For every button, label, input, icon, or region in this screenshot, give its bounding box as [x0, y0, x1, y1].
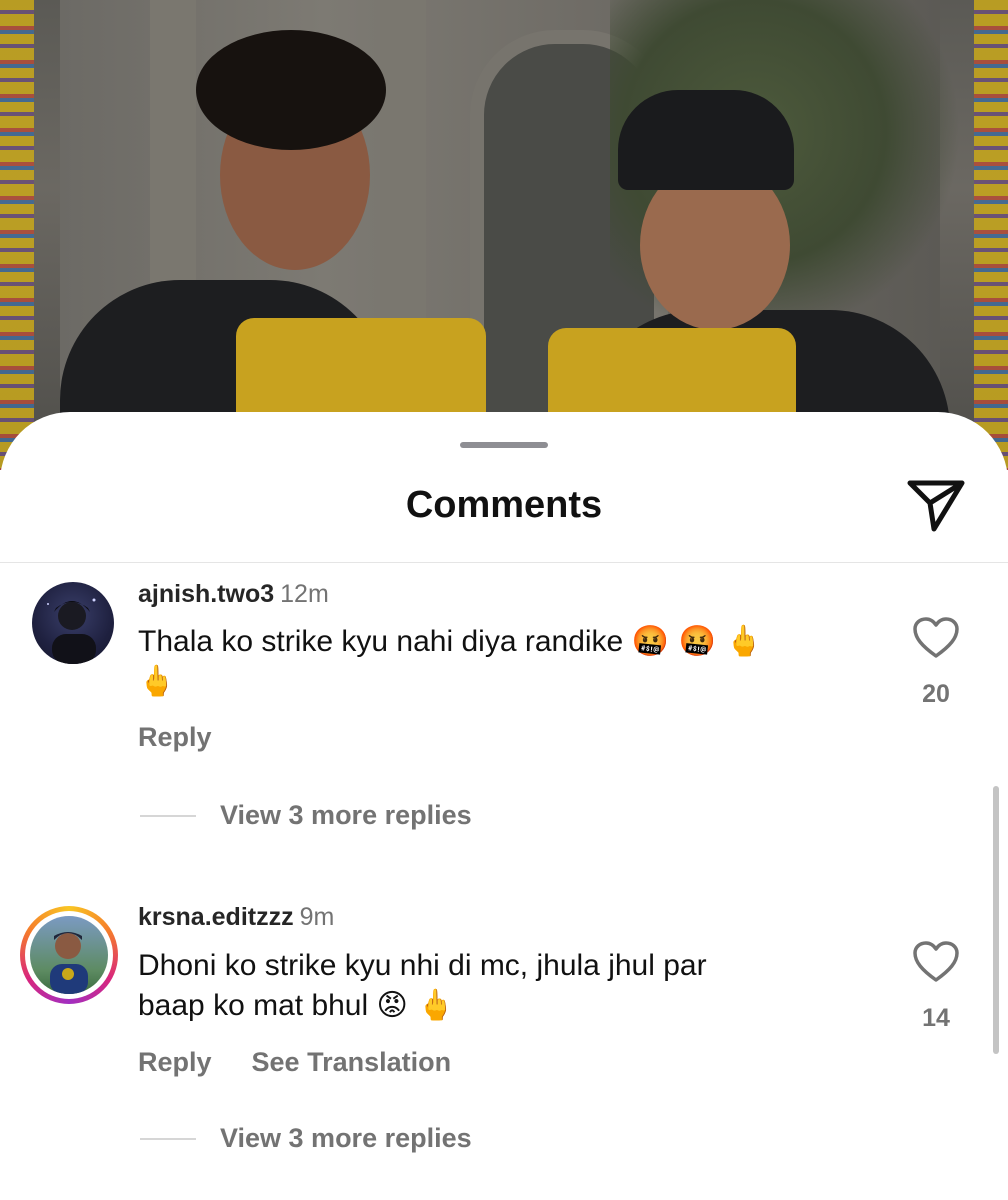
- comment-username[interactable]: ajnish.two3: [138, 580, 274, 608]
- comment-text-line: Dhoni ko strike kyu nhi di mc, jhula jhu…: [138, 949, 707, 982]
- comment-meta: krsna.editzzz 9m: [138, 903, 334, 932]
- replies-divider-line: [140, 1138, 196, 1140]
- comment-actions: Reply: [138, 722, 212, 753]
- avatar[interactable]: [32, 582, 114, 664]
- comment-text: Dhoni ko strike kyu nhi di mc, jhula jhu…: [138, 946, 858, 1026]
- sheet-title: Comments: [405, 484, 603, 526]
- post-photo-background: [0, 0, 1008, 470]
- like-button[interactable]: [912, 616, 960, 660]
- jersey-cutout-right: [548, 328, 796, 420]
- avatar-illustration: [47, 598, 96, 664]
- reply-button[interactable]: Reply: [138, 722, 212, 752]
- decorative-border-left: [0, 0, 34, 470]
- person-left-hair: [196, 30, 386, 150]
- comment-emojis: 😡 🖕: [376, 988, 455, 1023]
- comment-emojis: 🤬 🤬 🖕: [631, 624, 763, 659]
- see-translation-button[interactable]: See Translation: [252, 1047, 452, 1077]
- share-button[interactable]: [902, 476, 970, 536]
- view-more-replies-button[interactable]: View 3 more replies: [220, 800, 472, 831]
- heart-outline-icon: [913, 617, 959, 658]
- heart-outline-icon: [913, 941, 959, 982]
- comment-timestamp: 9m: [299, 903, 335, 931]
- comment-timestamp: 12m: [280, 580, 329, 608]
- decorative-border-right: [974, 0, 1008, 470]
- like-button[interactable]: [912, 940, 960, 984]
- like-count: 20: [922, 680, 950, 708]
- reply-button[interactable]: Reply: [138, 1047, 212, 1077]
- jersey-cutout-left: [236, 318, 486, 418]
- comment-text: Thala ko strike kyu nahi diya randike 🤬 …: [138, 622, 858, 702]
- comment-meta: ajnish.two3 12m: [138, 580, 329, 609]
- avatar-story-ring[interactable]: [20, 906, 118, 1004]
- sheet-grabber-handle[interactable]: [460, 442, 548, 448]
- comment-text-line: baap ko mat bhul: [138, 989, 369, 1022]
- view-more-replies-button[interactable]: View 3 more replies: [220, 1123, 472, 1154]
- header-divider: [0, 562, 1008, 563]
- avatar: [30, 916, 108, 994]
- comment-text-body: Thala ko strike kyu nahi diya randike: [138, 625, 624, 658]
- avatar-photo: [50, 932, 88, 994]
- replies-divider-line: [140, 815, 196, 817]
- scrollbar[interactable]: [993, 786, 999, 1054]
- person-right-cap: [618, 90, 794, 190]
- comment-emojis: 🖕: [138, 664, 176, 699]
- avatar-story-gap: [25, 911, 113, 999]
- comment-actions: Reply See Translation: [138, 1047, 451, 1078]
- comments-sheet: Comments: [0, 412, 1008, 1200]
- paper-plane-icon: [907, 480, 965, 532]
- comment-username[interactable]: krsna.editzzz: [138, 903, 294, 931]
- like-count: 14: [922, 1004, 950, 1032]
